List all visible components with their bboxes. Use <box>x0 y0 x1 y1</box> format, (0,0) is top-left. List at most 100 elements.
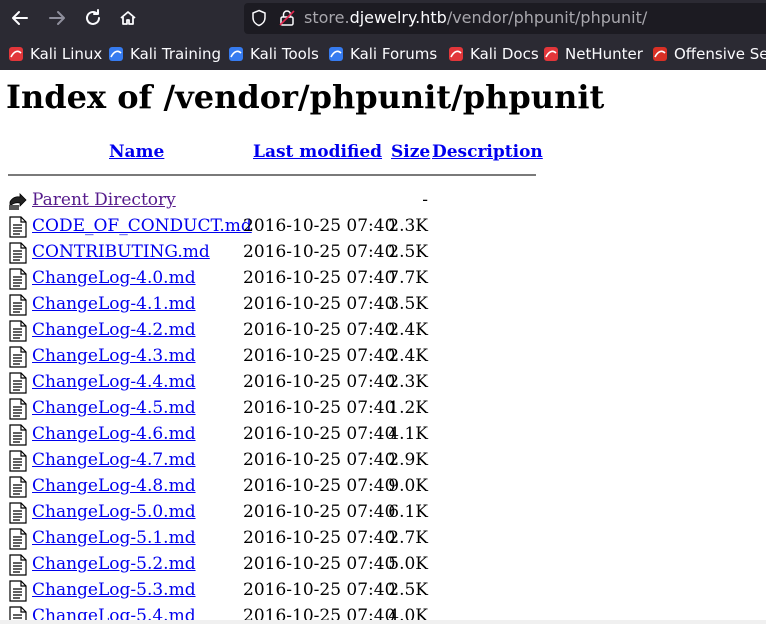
shield-icon[interactable] <box>250 9 268 31</box>
browser-chrome: store.djewelry.htb/vendor/phpunit/phpuni… <box>0 0 766 70</box>
file-link[interactable]: ChangeLog-4.4.md <box>32 372 196 392</box>
file-link[interactable]: CONTRIBUTING.md <box>32 242 210 262</box>
file-size: 1.2K <box>388 398 428 418</box>
kali-tools-icon <box>228 46 244 62</box>
file-row: ChangeLog-4.7.md 2016-10-25 07:40 2.9K <box>0 448 540 474</box>
file-modified: 2016-10-25 07:40 <box>243 216 396 236</box>
bookmark-kali-forums[interactable]: Kali Forums <box>328 43 437 65</box>
forward-arrow-icon <box>49 11 65 25</box>
bookmark-label: Kali Training <box>130 45 222 63</box>
file-modified: 2016-10-25 07:40 <box>243 372 396 392</box>
column-header-size[interactable]: Size <box>391 142 430 162</box>
file-link[interactable]: ChangeLog-4.7.md <box>32 450 196 470</box>
file-link[interactable]: ChangeLog-4.1.md <box>32 294 196 314</box>
text-file-icon <box>8 320 28 342</box>
column-header-last-modified[interactable]: Last modified <box>253 142 382 162</box>
file-link[interactable]: ChangeLog-4.8.md <box>32 476 196 496</box>
file-modified: 2016-10-25 07:40 <box>243 398 396 418</box>
bookmark-label: Kali Tools <box>250 45 319 63</box>
bookmark-kali-tools[interactable]: Kali Tools <box>228 43 319 65</box>
file-modified: 2016-10-25 07:40 <box>243 476 396 496</box>
text-file-icon <box>8 554 28 576</box>
bookmark-kali-training[interactable]: Kali Training <box>108 43 221 65</box>
file-link[interactable]: ChangeLog-5.2.md <box>32 554 196 574</box>
file-row: ChangeLog-4.2.md 2016-10-25 07:40 2.4K <box>0 318 540 344</box>
bookmarks-toolbar: Kali Linux Kali Training Kali Tools Kali Fo… <box>0 38 766 69</box>
bookmark-offensive-sec[interactable]: Offensive Sec <box>652 43 766 65</box>
file-link[interactable]: ChangeLog-4.5.md <box>32 398 196 418</box>
kali-forums-icon <box>328 46 344 62</box>
text-file-icon <box>8 216 28 238</box>
file-modified: 2016-10-25 07:40 <box>243 320 396 340</box>
file-row: ChangeLog-4.8.md 2016-10-25 07:40 9.0K <box>0 474 540 500</box>
parent-size: - <box>422 190 428 210</box>
file-modified: 2016-10-25 07:40 <box>243 294 396 314</box>
bookmark-label: NetHunter <box>565 45 643 63</box>
back-folder-icon <box>8 190 28 212</box>
back-button[interactable] <box>8 6 32 30</box>
file-row: ChangeLog-4.6.md 2016-10-25 07:40 4.1K <box>0 422 540 448</box>
column-header-description[interactable]: Description <box>432 142 543 162</box>
file-size: 2.4K <box>388 346 428 366</box>
file-size: 2.7K <box>388 528 428 548</box>
file-modified: 2016-10-25 07:40 <box>243 554 396 574</box>
directory-listing-page: Index of /vendor/phpunit/phpunit Name La… <box>0 70 766 624</box>
file-row: ChangeLog-4.3.md 2016-10-25 07:40 2.4K <box>0 344 540 370</box>
url-text[interactable]: store.djewelry.htb/vendor/phpunit/phpuni… <box>304 8 647 27</box>
file-modified: 2016-10-25 07:40 <box>243 580 396 600</box>
file-row: ChangeLog-5.1.md 2016-10-25 07:40 2.7K <box>0 526 540 552</box>
file-row: ChangeLog-4.5.md 2016-10-25 07:40 1.2K <box>0 396 540 422</box>
text-file-icon <box>8 476 28 498</box>
file-link[interactable]: ChangeLog-5.0.md <box>32 502 196 522</box>
bookmark-label: Kali Docs <box>470 45 539 63</box>
bookmark-kali-docs[interactable]: Kali Docs <box>448 43 539 65</box>
file-size: 2.3K <box>388 216 428 236</box>
file-size: 2.4K <box>388 320 428 340</box>
file-row: ChangeLog-4.1.md 2016-10-25 07:40 3.5K <box>0 292 540 318</box>
file-link[interactable]: ChangeLog-5.1.md <box>32 528 196 548</box>
insecure-lock-icon[interactable] <box>278 9 296 31</box>
file-link[interactable]: CODE_OF_CONDUCT.md <box>32 216 252 236</box>
file-link[interactable]: ChangeLog-5.3.md <box>32 580 196 600</box>
kali-training-icon <box>108 46 124 62</box>
horizontal-scrollbar[interactable] <box>0 620 766 624</box>
url-path: /vendor/phpunit/phpunit/ <box>446 8 648 27</box>
file-row: CONTRIBUTING.md 2016-10-25 07:40 2.5K <box>0 240 540 266</box>
file-link[interactable]: ChangeLog-4.3.md <box>32 346 196 366</box>
file-row: ChangeLog-4.0.md 2016-10-25 07:40 7.7K <box>0 266 540 292</box>
file-link[interactable]: ChangeLog-4.6.md <box>32 424 196 444</box>
text-file-icon <box>8 268 28 290</box>
bookmark-kali-linux[interactable]: Kali Linux <box>8 43 102 65</box>
parent-directory-row: Parent Directory - <box>0 188 540 214</box>
file-modified: 2016-10-25 07:40 <box>243 528 396 548</box>
text-file-icon <box>8 398 28 420</box>
url-prefix: store. <box>304 8 350 27</box>
file-row: ChangeLog-4.4.md 2016-10-25 07:40 2.3K <box>0 370 540 396</box>
parent-directory-link[interactable]: Parent Directory <box>32 190 176 210</box>
file-size: 7.7K <box>388 268 428 288</box>
bookmark-label: Kali Linux <box>30 45 103 63</box>
offsec-icon <box>652 46 668 62</box>
reload-button[interactable] <box>81 6 105 30</box>
file-modified: 2016-10-25 07:40 <box>243 424 396 444</box>
bookmark-label: Offensive Sec <box>674 45 766 63</box>
file-link[interactable]: ChangeLog-4.2.md <box>32 320 196 340</box>
kali-docs-icon <box>448 46 464 62</box>
bookmark-nethunter[interactable]: NetHunter <box>543 43 643 65</box>
text-file-icon <box>8 528 28 550</box>
home-button[interactable] <box>116 6 140 30</box>
file-size: 2.5K <box>388 242 428 262</box>
column-header-name[interactable]: Name <box>109 142 164 162</box>
file-size: 4.1K <box>388 424 428 444</box>
file-size: 9.0K <box>388 476 428 496</box>
file-row: ChangeLog-5.3.md 2016-10-25 07:40 2.5K <box>0 578 540 604</box>
text-file-icon <box>8 450 28 472</box>
forward-button[interactable] <box>45 6 69 30</box>
nethunter-icon <box>543 46 559 62</box>
address-bar[interactable]: store.djewelry.htb/vendor/phpunit/phpuni… <box>244 3 766 34</box>
file-row: CODE_OF_CONDUCT.md 2016-10-25 07:40 2.3K <box>0 214 540 240</box>
text-file-icon <box>8 502 28 524</box>
file-size: 5.0K <box>388 554 428 574</box>
text-file-icon <box>8 372 28 394</box>
file-link[interactable]: ChangeLog-4.0.md <box>32 268 196 288</box>
